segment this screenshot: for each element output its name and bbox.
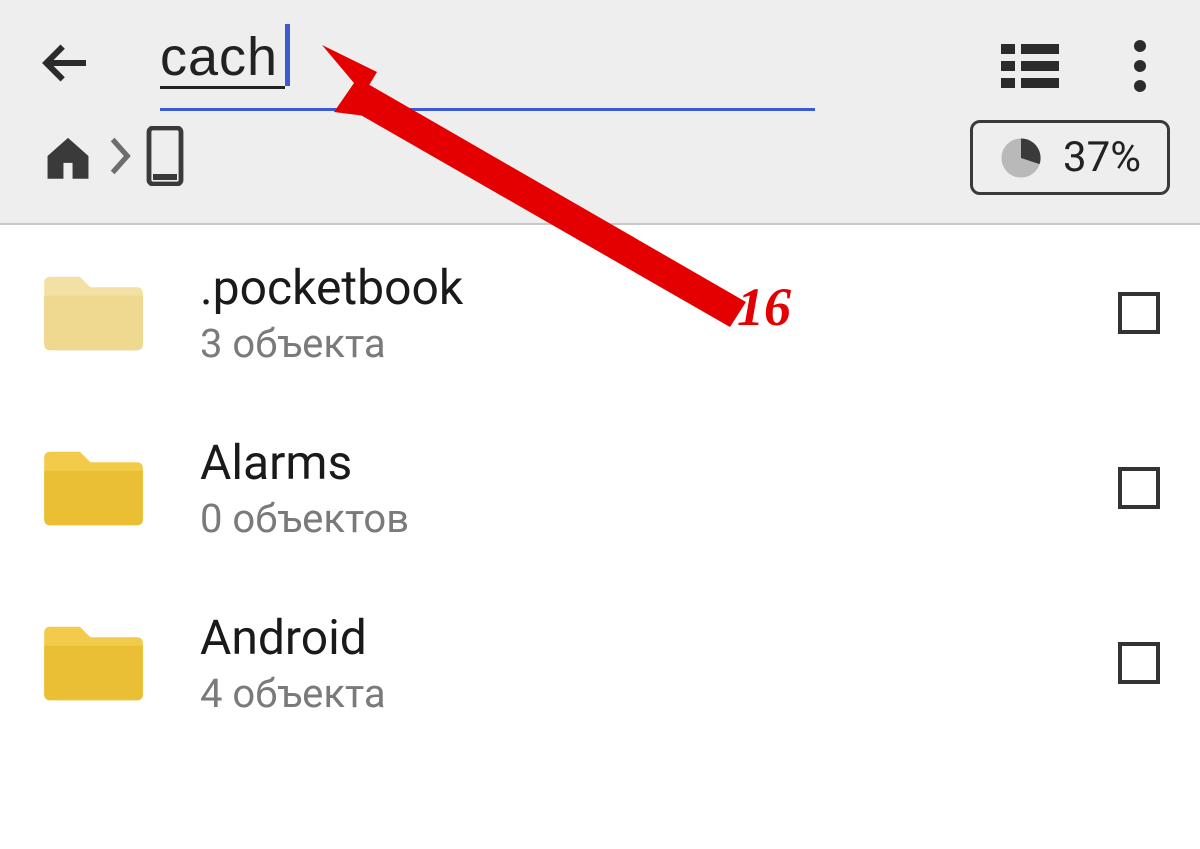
breadcrumb-home[interactable]	[40, 131, 96, 185]
folder-icon	[40, 620, 145, 705]
list-item[interactable]: Android 4 объекта	[0, 575, 1200, 750]
view-toggle-button[interactable]	[1000, 36, 1060, 96]
file-list: .pocketbook 3 объекта Alarms 0 объектов …	[0, 225, 1200, 750]
chevron-right-icon	[106, 134, 134, 178]
search-input-wrap	[160, 26, 970, 111]
back-button[interactable]	[30, 28, 100, 98]
list-view-icon	[1001, 42, 1059, 90]
breadcrumb-separator	[106, 134, 134, 182]
pie-icon	[999, 136, 1043, 180]
folder-sub: 3 объекта	[200, 320, 1118, 367]
input-text-underline	[160, 86, 285, 89]
list-item-text: Alarms 0 объектов	[200, 434, 1118, 542]
breadcrumb	[40, 126, 186, 190]
select-checkbox[interactable]	[1118, 467, 1160, 509]
toolbar-actions	[1000, 36, 1170, 96]
text-caret	[285, 24, 290, 86]
folder-sub: 4 объекта	[200, 670, 1118, 717]
search-bar	[0, 0, 1200, 120]
device-icon	[144, 126, 186, 186]
select-checkbox[interactable]	[1118, 292, 1160, 334]
folder-name: Android	[200, 609, 1118, 666]
folder-name: Alarms	[200, 434, 1118, 491]
back-icon	[37, 35, 93, 91]
list-item[interactable]: Alarms 0 объектов	[0, 400, 1200, 575]
more-vert-icon	[1133, 39, 1147, 93]
search-input[interactable]	[160, 26, 815, 111]
breadcrumb-row: 37%	[0, 120, 1200, 195]
folder-sub: 0 объектов	[200, 495, 1118, 542]
list-item[interactable]: .pocketbook 3 объекта	[0, 225, 1200, 400]
list-item-text: .pocketbook 3 объекта	[200, 259, 1118, 367]
more-options-button[interactable]	[1110, 36, 1170, 96]
storage-badge[interactable]: 37%	[970, 120, 1170, 195]
folder-icon	[40, 270, 145, 355]
breadcrumb-device[interactable]	[144, 126, 186, 190]
select-checkbox[interactable]	[1118, 642, 1160, 684]
list-item-text: Android 4 объекта	[200, 609, 1118, 717]
folder-name: .pocketbook	[200, 259, 1118, 316]
folder-icon	[40, 445, 145, 530]
home-icon	[40, 131, 96, 181]
app-header: 37%	[0, 0, 1200, 225]
storage-percent: 37%	[1063, 133, 1141, 182]
